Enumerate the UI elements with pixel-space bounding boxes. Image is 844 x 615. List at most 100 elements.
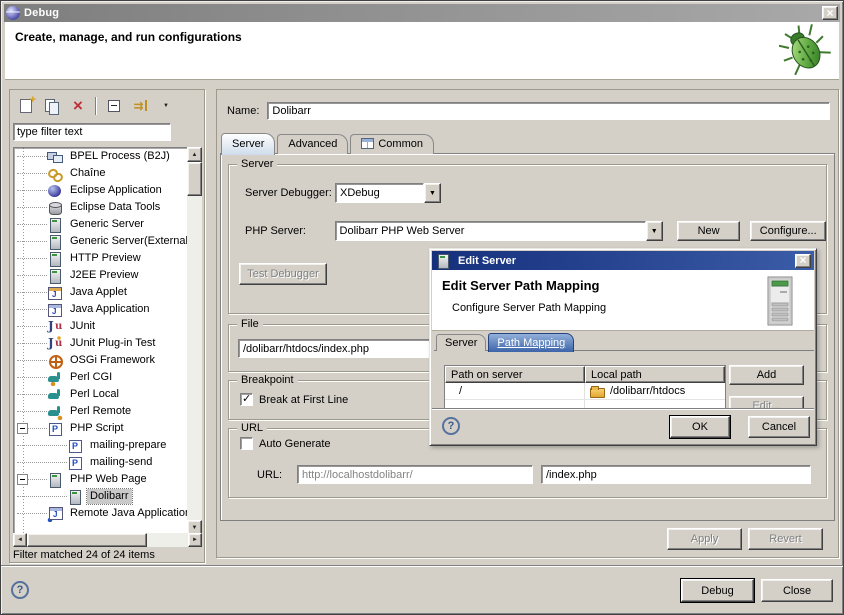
tree-item-eclipse-application[interactable]: Eclipse Application	[14, 182, 194, 199]
tree-item-mailing-send[interactable]: mailing-send	[14, 454, 194, 471]
tree-item-dolibarr[interactable]: Dolibarr	[14, 488, 194, 505]
edit-server-footer: ? OK Cancel	[432, 408, 814, 443]
tree-item-junit-plugin-test[interactable]: JUnit Plug-in Test	[14, 335, 194, 352]
chain-icon	[47, 166, 63, 182]
test-debugger-button: Test Debugger	[239, 263, 327, 285]
tree-item-java-applet[interactable]: Java Applet	[14, 284, 194, 301]
debug-button[interactable]: Debug	[681, 579, 754, 602]
tree-item-perl-remote[interactable]: Perl Remote	[14, 403, 194, 420]
close-icon[interactable]: ×	[822, 6, 838, 20]
tab-advanced[interactable]: Advanced	[277, 134, 348, 154]
tree-item-j2ee-preview[interactable]: J2EE Preview	[14, 267, 194, 284]
auto-generate-label: Auto Generate	[259, 438, 331, 450]
perl-cgi-icon	[47, 370, 63, 386]
server-icon	[47, 217, 63, 233]
tree-item-chaine[interactable]: Chaîne	[14, 165, 194, 182]
perl-icon	[47, 387, 63, 403]
configure-button[interactable]: Configure...	[750, 221, 826, 241]
scrollbar-thumb[interactable]	[187, 162, 202, 196]
base-url-field	[297, 465, 533, 484]
collapse-toggle-icon[interactable]	[17, 474, 28, 485]
server-icon	[435, 253, 449, 268]
edit-server-tabs: Server Path Mapping	[436, 332, 576, 351]
scrollbar-thumb[interactable]	[27, 533, 147, 547]
break-first-line-checkbox[interactable]	[240, 393, 253, 406]
chevron-down-icon[interactable]	[154, 95, 178, 117]
cancel-button[interactable]: Cancel	[748, 416, 810, 438]
help-icon[interactable]: ?	[11, 581, 29, 599]
server-group-title: Server	[237, 158, 277, 170]
dialog-header: Create, manage, and run configurations	[5, 22, 839, 80]
server-debugger-select[interactable]: XDebug ▼	[335, 183, 441, 203]
tree-item-eclipse-data-tools[interactable]: Eclipse Data Tools	[14, 199, 194, 216]
tree-item-junit[interactable]: JUnit	[14, 318, 194, 335]
tree-horizontal-scrollbar[interactable]: ◄ ►	[13, 533, 202, 547]
remote-java-icon	[47, 506, 63, 522]
column-header-path-on-server[interactable]: Path on server	[445, 366, 585, 383]
tab-common[interactable]: Common	[350, 134, 434, 154]
php-icon	[47, 421, 63, 437]
collapse-all-icon[interactable]	[102, 95, 126, 117]
table-icon	[361, 138, 374, 149]
delete-icon[interactable]	[66, 95, 90, 117]
tree-item-bpel-process[interactable]: BPEL Process (B2J)	[14, 148, 194, 165]
configurations-sidebar: BPEL Process (B2J) Chaîne Eclipse Applic…	[9, 89, 205, 563]
tab-server[interactable]: Server	[221, 133, 275, 155]
add-button[interactable]: Add	[729, 365, 804, 385]
table-row[interactable]: / /dolibarr/htdocs	[445, 383, 725, 400]
server-debugger-value: XDebug	[335, 183, 424, 203]
config-tabs: Server Advanced Common	[221, 132, 436, 154]
tree-item-java-application[interactable]: Java Application	[14, 301, 194, 318]
new-configuration-icon[interactable]	[14, 95, 38, 117]
url-group-title: URL	[237, 422, 267, 434]
tree-vertical-scrollbar[interactable]: ▲ ▼	[187, 147, 202, 535]
edit-server-titlebar[interactable]: Edit Server ×	[432, 251, 814, 270]
tree-item-perl-cgi[interactable]: Perl CGI	[14, 369, 194, 386]
path-on-server-cell: /	[445, 383, 585, 399]
tree-item-generic-server[interactable]: Generic Server	[14, 216, 194, 233]
dropdown-icon[interactable]: ▼	[646, 221, 663, 241]
tab-server-settings[interactable]: Server	[436, 334, 486, 351]
tree-item-php-web-page[interactable]: PHP Web Page	[14, 471, 194, 488]
php-server-select[interactable]: Dolibarr PHP Web Server ▼	[335, 221, 663, 241]
help-icon[interactable]: ?	[442, 417, 460, 435]
break-first-line-label: Break at First Line	[259, 394, 348, 406]
close-button[interactable]: Close	[761, 579, 833, 602]
filter-icon[interactable]	[128, 95, 152, 117]
collapse-toggle-icon[interactable]	[17, 423, 28, 434]
scroll-up-icon[interactable]: ▲	[187, 147, 202, 162]
tree-item-http-preview[interactable]: HTTP Preview	[14, 250, 194, 267]
php-icon	[67, 455, 83, 471]
name-field[interactable]	[267, 102, 830, 120]
auto-generate-checkbox[interactable]	[240, 437, 253, 450]
tree-item-osgi-framework[interactable]: OSGi Framework	[14, 352, 194, 369]
duplicate-icon[interactable]	[40, 95, 64, 117]
php-server-value: Dolibarr PHP Web Server	[335, 221, 646, 241]
scroll-left-icon[interactable]: ◄	[13, 533, 27, 547]
server-icon	[47, 234, 63, 250]
eclipse-sphere-icon	[47, 183, 63, 199]
window-titlebar[interactable]: Debug ×	[4, 4, 840, 22]
filter-input[interactable]	[13, 123, 171, 141]
scroll-right-icon[interactable]: ►	[188, 533, 202, 547]
tab-path-mapping[interactable]: Path Mapping	[488, 333, 574, 352]
tree-item-generic-server-external[interactable]: Generic Server(External La	[14, 233, 194, 250]
tree-item-php-script[interactable]: PHP Script	[14, 420, 194, 437]
file-group-title: File	[237, 318, 263, 330]
tree-item-remote-java-application[interactable]: Remote Java Application	[14, 505, 194, 522]
path-mapping-table: Path on server Local path / /dolibarr/ht…	[444, 365, 726, 410]
path-mapping-content: Path on server Local path / /dolibarr/ht…	[434, 350, 814, 410]
new-server-button[interactable]: New	[677, 221, 741, 241]
php-icon	[67, 438, 83, 454]
revert-button: Revert	[748, 528, 823, 550]
column-header-local-path[interactable]: Local path	[585, 366, 725, 383]
ok-button[interactable]: OK	[670, 416, 730, 438]
dropdown-icon[interactable]: ▼	[424, 183, 441, 203]
url-label: URL:	[257, 469, 289, 481]
server-icon	[47, 251, 63, 267]
tree-item-perl-local[interactable]: Perl Local	[14, 386, 194, 403]
url-path-field[interactable]	[541, 465, 811, 484]
close-icon[interactable]: ×	[795, 254, 811, 268]
tree-item-mailing-prepare[interactable]: mailing-prepare	[14, 437, 194, 454]
edit-server-dialog: Edit Server × Edit Server Path Mapping C…	[429, 248, 817, 446]
